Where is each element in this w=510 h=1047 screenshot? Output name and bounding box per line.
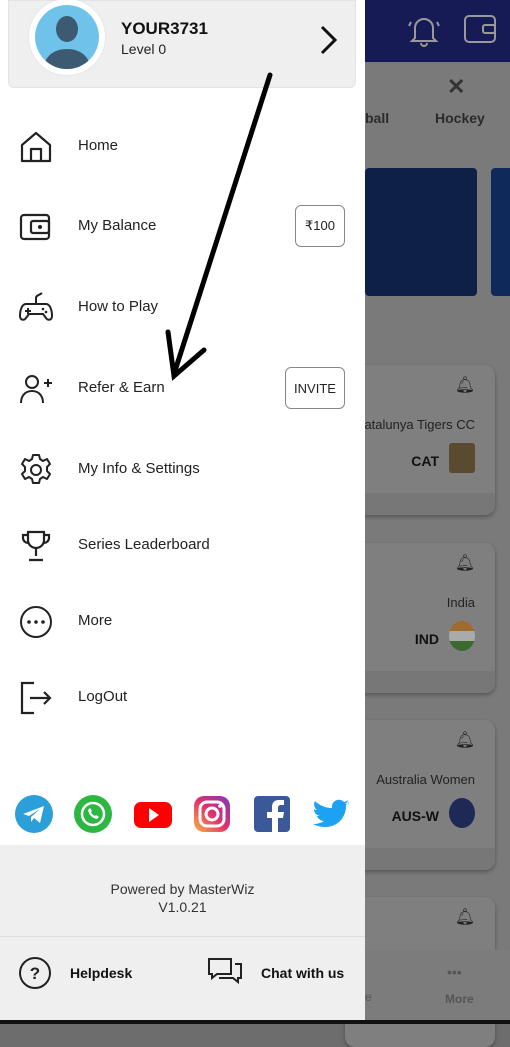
trophy-icon (21, 530, 51, 562)
wallet-icon (19, 213, 51, 241)
nav-item[interactable]: e (365, 990, 372, 1004)
bell-icon[interactable]: 🔔︎ (455, 730, 475, 750)
drawer-footer: Powered by MasterWiz V1.0.21 ? Helpdesk C… (0, 845, 365, 1020)
card-footer (345, 671, 495, 693)
tab-football[interactable]: ball (365, 110, 389, 126)
wallet-icon[interactable] (463, 12, 499, 46)
menu-label: My Info & Settings (78, 460, 200, 477)
card-footer (345, 848, 495, 870)
add-user-icon (20, 375, 52, 404)
menu-item-how-to-play[interactable]: How to Play (0, 278, 365, 334)
more-icon (20, 606, 52, 638)
menu-item-logout[interactable]: LogOut (0, 668, 365, 724)
hockey-icon: ✕ (447, 74, 466, 99)
menu-item-settings[interactable]: My Info & Settings (0, 440, 365, 496)
match-card[interactable]: 🔔︎ Australia Women AUS-W (345, 720, 495, 870)
match-card[interactable]: 🔔︎ India IND (345, 543, 495, 693)
gamepad-icon (18, 292, 54, 321)
system-nav-strip (0, 1020, 510, 1024)
menu-item-more[interactable]: More (0, 592, 365, 648)
balance-badge[interactable]: ₹100 (295, 205, 345, 247)
menu-label: Home (78, 137, 119, 154)
twitter-icon[interactable] (311, 794, 351, 834)
tab-hockey[interactable]: Hockey (435, 110, 485, 126)
menu-label: More (78, 612, 113, 629)
logout-icon (20, 681, 52, 715)
powered-by: Powered by MasterWiz (110, 881, 255, 897)
youtube-icon[interactable] (133, 794, 173, 834)
menu-item-my-balance[interactable]: My Balance ₹100 (0, 197, 365, 253)
app-version: V1.0.21 (158, 899, 207, 915)
menu-label: Refer & Earn (78, 379, 165, 396)
australia-flag (449, 798, 475, 828)
divider (0, 936, 365, 937)
side-drawer: YOUR3731 Level 0 Home My Balance ₹100 Ho… (0, 0, 365, 1020)
bell-icon[interactable] (407, 12, 441, 48)
username: YOUR3731 (121, 19, 208, 38)
nav-more[interactable]: More (445, 992, 474, 1006)
bell-icon[interactable]: 🔔︎ (455, 907, 475, 927)
chevron-right-icon[interactable] (317, 23, 341, 57)
help-icon: ? (19, 957, 51, 989)
team-logo (449, 443, 475, 473)
profile-header[interactable]: YOUR3731 Level 0 (8, 0, 356, 88)
facebook-icon[interactable] (252, 794, 292, 834)
menu-label: My Balance (78, 217, 157, 234)
bottom-nav: e ••• More (365, 950, 510, 1020)
menu-item-series-leaderboard[interactable]: Series Leaderboard (0, 516, 365, 572)
menu-label: LogOut (78, 688, 128, 705)
svg-text:?: ? (30, 964, 40, 983)
more-icon: ••• (447, 964, 462, 980)
card-footer (345, 493, 495, 515)
whatsapp-icon[interactable] (73, 794, 113, 834)
social-links (0, 783, 365, 845)
menu-item-home[interactable]: Home (0, 117, 365, 173)
invite-button[interactable]: INVITE (285, 367, 345, 409)
home-icon (20, 131, 52, 163)
background-app: ball ✕ Hockey 🔔︎ atalunya Tigers CC CAT 🔔︎… (345, 0, 510, 1047)
helpdesk-button[interactable]: ? Helpdesk (18, 955, 132, 991)
banner[interactable] (491, 168, 510, 296)
avatar[interactable] (29, 0, 105, 75)
helpdesk-label: Helpdesk (70, 965, 133, 981)
gear-icon (21, 454, 51, 484)
chat-label: Chat with us (261, 965, 345, 981)
match-card[interactable]: 🔔︎ atalunya Tigers CC CAT (345, 365, 495, 515)
chat-icon (208, 958, 242, 985)
instagram-icon[interactable] (192, 794, 232, 834)
bell-icon[interactable]: 🔔︎ (455, 553, 475, 573)
menu-label: Series Leaderboard (78, 536, 210, 553)
banner[interactable] (365, 168, 477, 296)
bell-icon[interactable]: 🔔︎ (455, 375, 475, 395)
sports-tabs: ball ✕ Hockey (365, 70, 510, 130)
menu-label: How to Play (78, 298, 159, 315)
india-flag (449, 621, 475, 651)
user-level: Level 0 (121, 41, 167, 57)
menu-item-refer-earn[interactable]: Refer & Earn INVITE (0, 359, 365, 415)
chat-button[interactable]: Chat with us (207, 955, 344, 991)
app-top-bar (365, 0, 510, 62)
telegram-icon[interactable] (14, 794, 54, 834)
